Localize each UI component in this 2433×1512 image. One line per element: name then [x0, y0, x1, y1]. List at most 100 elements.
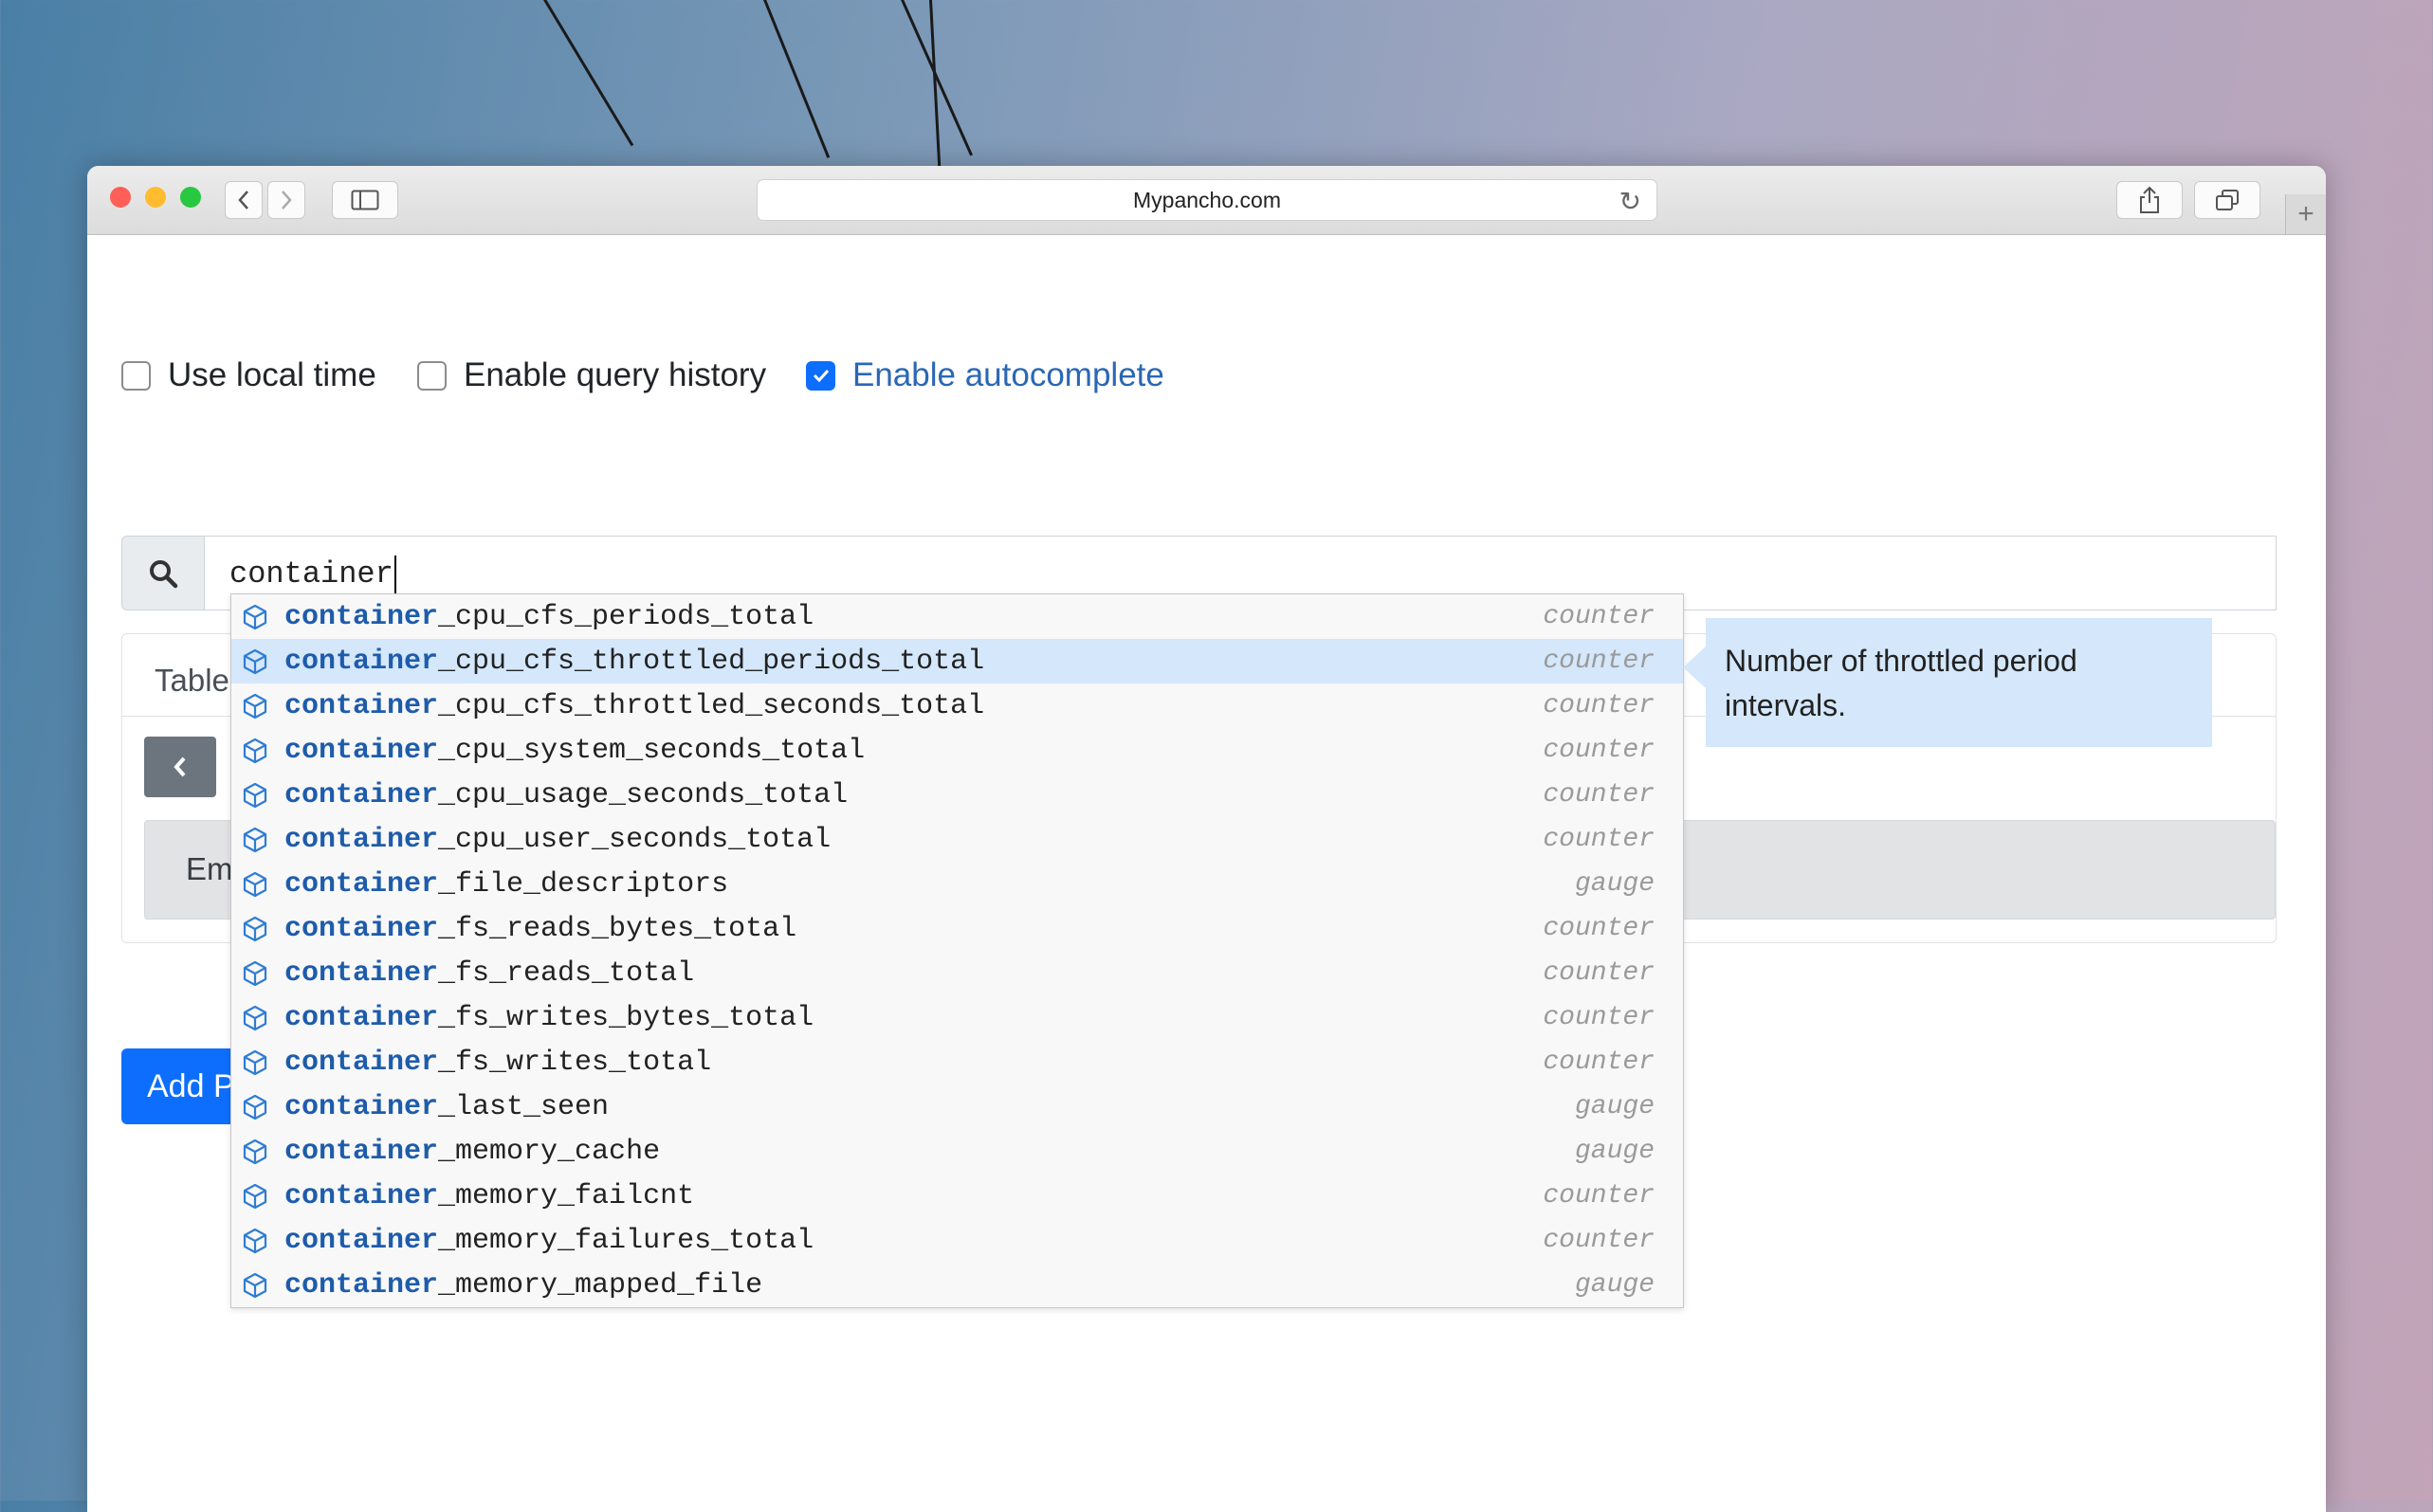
- autocomplete-item[interactable]: container _memory_failures_total counter: [231, 1218, 1683, 1263]
- metric-type-label: gauge: [1574, 1137, 1655, 1166]
- autocomplete-item[interactable]: container _fs_writes_total counter: [231, 1040, 1683, 1084]
- metric-cube-icon: [239, 1182, 271, 1211]
- matched-prefix: container: [284, 778, 439, 811]
- metric-info-tooltip: Number of throttled period intervals.: [1706, 618, 2212, 747]
- close-window-button[interactable]: [110, 187, 131, 208]
- autocomplete-item[interactable]: container _last_seen gauge: [231, 1084, 1683, 1129]
- checkmark-icon: [813, 369, 829, 382]
- autocomplete-item[interactable]: container _fs_writes_bytes_total counter: [231, 995, 1683, 1040]
- metric-name-suffix: _fs_writes_bytes_total: [438, 1001, 814, 1034]
- address-bar[interactable]: Mypancho.com ↻: [757, 179, 1657, 221]
- local-time-label: Use local time: [168, 356, 376, 393]
- tabs-overview-button[interactable]: [2194, 181, 2260, 219]
- metric-name-suffix: _cpu_usage_seconds_total: [438, 778, 849, 811]
- background-wire: [543, 0, 634, 147]
- metric-name-suffix: _file_descriptors: [438, 867, 729, 901]
- metric-cube-icon: [239, 870, 271, 899]
- metric-type-label: counter: [1543, 780, 1655, 810]
- metric-cube-icon: [239, 603, 271, 631]
- metric-name-suffix: _memory_failcnt: [438, 1179, 695, 1212]
- option-autocomplete[interactable]: Enable autocomplete: [806, 356, 1164, 394]
- matched-prefix: container: [284, 689, 439, 722]
- expression-value: container: [229, 556, 393, 592]
- page-content: Use local time Enable query history Enab…: [87, 235, 2326, 1512]
- chevron-left-icon: [174, 756, 186, 777]
- metric-cube-icon: [239, 826, 271, 854]
- metric-name-suffix: _memory_failures_total: [438, 1224, 814, 1257]
- autocomplete-item[interactable]: container _cpu_system_seconds_total counte…: [231, 728, 1683, 773]
- tab-table[interactable]: Table: [155, 663, 229, 699]
- metric-type-label: counter: [1543, 602, 1655, 631]
- matched-prefix: container: [284, 1224, 439, 1257]
- text-caret: [393, 555, 396, 593]
- matched-prefix: container: [284, 1090, 439, 1123]
- share-button[interactable]: [2116, 181, 2183, 219]
- metric-cube-icon: [239, 1227, 271, 1255]
- autocomplete-item[interactable]: container _cpu_usage_seconds_total counter: [231, 773, 1683, 817]
- sidebar-icon: [351, 190, 379, 210]
- metric-type-label: counter: [1543, 736, 1655, 765]
- matched-prefix: container: [284, 1001, 439, 1034]
- matched-prefix: container: [284, 1046, 439, 1079]
- autocomplete-item[interactable]: container _cpu_cfs_periods_total counter: [231, 594, 1683, 639]
- matched-prefix: container: [284, 1268, 439, 1302]
- autocomplete-item[interactable]: container _cpu_user_seconds_total counter: [231, 817, 1683, 862]
- metric-type-label: gauge: [1574, 869, 1655, 899]
- metric-type-label: counter: [1543, 691, 1655, 720]
- autocomplete-item[interactable]: container _file_descriptors gauge: [231, 862, 1683, 906]
- metric-cube-icon: [239, 1093, 271, 1121]
- autocomplete-item[interactable]: container _fs_reads_total counter: [231, 951, 1683, 995]
- metric-type-label: counter: [1543, 1003, 1655, 1032]
- matched-prefix: container: [284, 645, 439, 678]
- autocomplete-label: Enable autocomplete: [852, 356, 1164, 393]
- empty-result-text: Em: [186, 851, 233, 886]
- previous-time-button[interactable]: [144, 737, 216, 797]
- metric-type-label: counter: [1543, 914, 1655, 943]
- forward-button[interactable]: [267, 181, 305, 219]
- metric-cube-icon: [239, 915, 271, 943]
- autocomplete-item[interactable]: container _fs_reads_bytes_total counter: [231, 906, 1683, 951]
- option-use-local-time[interactable]: Use local time: [121, 356, 376, 394]
- metric-name-suffix: _fs_writes_total: [438, 1046, 712, 1079]
- autocomplete-dropdown: container _cpu_cfs_periods_total counter co…: [230, 593, 1684, 1308]
- autocomplete-item[interactable]: container _memory_cache gauge: [231, 1129, 1683, 1174]
- metric-cube-icon: [239, 1138, 271, 1166]
- reload-icon[interactable]: ↻: [1619, 186, 1641, 217]
- metric-name-suffix: _memory_mapped_file: [438, 1268, 763, 1302]
- matched-prefix: container: [284, 600, 439, 633]
- plus-icon: +: [2297, 198, 2314, 229]
- sidebar-toggle-button[interactable]: [332, 181, 398, 219]
- metric-cube-icon: [239, 1048, 271, 1077]
- option-query-history[interactable]: Enable query history: [417, 356, 766, 394]
- metric-cube-icon: [239, 737, 271, 765]
- metric-type-label: counter: [1543, 958, 1655, 988]
- new-tab-button[interactable]: +: [2285, 194, 2326, 234]
- metric-cube-icon: [239, 1004, 271, 1032]
- back-button[interactable]: [225, 181, 263, 219]
- autocomplete-checkbox[interactable]: [806, 360, 835, 391]
- matched-prefix: container: [284, 956, 439, 990]
- metric-cube-icon: [239, 781, 271, 810]
- matched-prefix: container: [284, 734, 439, 767]
- local-time-checkbox[interactable]: [121, 360, 151, 391]
- metric-type-label: counter: [1543, 647, 1655, 676]
- metric-type-label: counter: [1543, 1047, 1655, 1077]
- minimize-window-button[interactable]: [145, 187, 166, 208]
- matched-prefix: container: [284, 1135, 439, 1168]
- share-icon: [2140, 186, 2159, 213]
- metric-name-suffix: _memory_cache: [438, 1135, 661, 1168]
- metric-name-suffix: _cpu_system_seconds_total: [438, 734, 866, 767]
- autocomplete-item[interactable]: container _cpu_cfs_throttled_seconds_tota…: [231, 683, 1683, 728]
- autocomplete-item[interactable]: container _memory_mapped_file gauge: [231, 1263, 1683, 1307]
- metric-name-suffix: _cpu_cfs_periods_total: [438, 600, 814, 633]
- info-tooltip-arrow: [1683, 647, 1706, 688]
- search-icon: [150, 559, 178, 588]
- autocomplete-item[interactable]: container _memory_failcnt counter: [231, 1174, 1683, 1218]
- metric-type-label: counter: [1543, 1181, 1655, 1211]
- query-history-checkbox[interactable]: [417, 360, 447, 391]
- metric-type-label: counter: [1543, 825, 1655, 854]
- zoom-window-button[interactable]: [180, 187, 201, 208]
- matched-prefix: container: [284, 823, 439, 856]
- metric-type-label: gauge: [1574, 1092, 1655, 1121]
- autocomplete-item[interactable]: container _cpu_cfs_throttled_periods_tota…: [231, 639, 1683, 683]
